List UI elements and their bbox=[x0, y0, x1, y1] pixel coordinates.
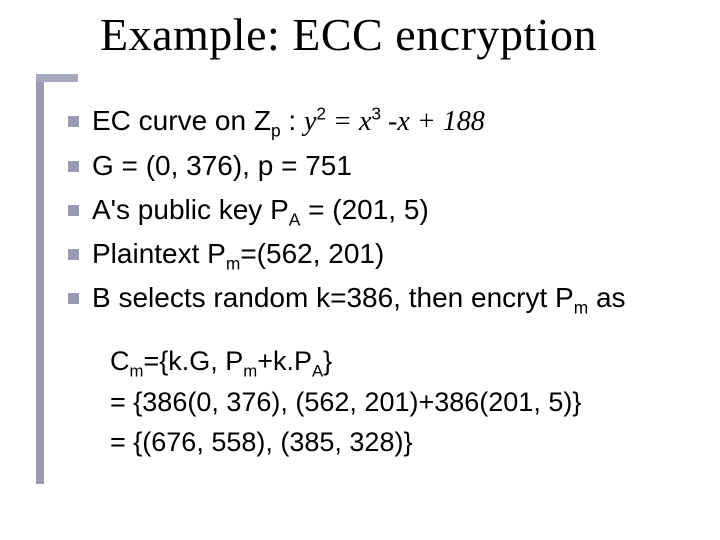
text: B selects random k=386, then encryt P bbox=[92, 282, 574, 313]
subscript-m: m bbox=[130, 361, 144, 380]
minus: - bbox=[381, 106, 397, 137]
text: = (201, 5) bbox=[300, 194, 428, 225]
derivation-block: Cm={k.G, Pm+k.PA} = {386(0, 376), (562, … bbox=[110, 341, 696, 463]
subscript-m: m bbox=[226, 254, 240, 274]
bullet-item-encrypt: B selects random k=386, then encryt Pm a… bbox=[62, 277, 696, 319]
title-area: Example: ECC encryption bbox=[100, 8, 700, 61]
eq: = bbox=[326, 106, 359, 137]
var-y: y bbox=[304, 106, 316, 137]
text: =(562, 201) bbox=[240, 238, 384, 269]
bullet-list: EC curve on Zp : y2 = x3 -x + 188 G = (0… bbox=[62, 100, 696, 319]
decorative-bar bbox=[36, 74, 44, 484]
slide-title: Example: ECC encryption bbox=[100, 8, 700, 61]
subscript-m: m bbox=[243, 361, 257, 380]
bullet-item-curve: EC curve on Zp : y2 = x3 -x + 188 bbox=[62, 100, 696, 143]
const-188: 188 bbox=[443, 106, 485, 137]
deriv-line-3: = {(676, 558), (385, 328)} bbox=[110, 422, 696, 463]
bullet-item-plaintext: Plaintext Pm=(562, 201) bbox=[62, 233, 696, 275]
text: Plaintext P bbox=[92, 238, 226, 269]
var-x2: x + bbox=[397, 106, 442, 137]
var-x: x bbox=[359, 106, 371, 137]
subscript-m: m bbox=[574, 298, 588, 318]
bullet-item-g: G = (0, 376), p = 751 bbox=[62, 145, 696, 187]
text: ={k.G, P bbox=[143, 346, 243, 376]
slide: Example: ECC encryption EC curve on Zp :… bbox=[0, 0, 720, 540]
sup-3: 3 bbox=[371, 104, 381, 124]
text: as bbox=[588, 282, 625, 313]
deriv-line-2: = {386(0, 376), (562, 201)+386(201, 5)} bbox=[110, 382, 696, 423]
subscript-a: A bbox=[289, 210, 301, 230]
subscript-p: p bbox=[271, 121, 281, 141]
text: EC curve on Z bbox=[92, 105, 271, 136]
text: A's public key P bbox=[92, 194, 289, 225]
text: : bbox=[281, 105, 304, 136]
subscript-a: A bbox=[312, 361, 323, 380]
text: } bbox=[323, 346, 332, 376]
content-area: EC curve on Zp : y2 = x3 -x + 188 G = (0… bbox=[62, 100, 696, 463]
text: +k.P bbox=[257, 346, 312, 376]
text: C bbox=[110, 346, 130, 376]
text: G = (0, 376), p = 751 bbox=[92, 150, 352, 181]
bullet-item-pubkey: A's public key PA = (201, 5) bbox=[62, 189, 696, 231]
deriv-line-1: Cm={k.G, Pm+k.PA} bbox=[110, 341, 696, 382]
sup-2: 2 bbox=[316, 104, 326, 124]
